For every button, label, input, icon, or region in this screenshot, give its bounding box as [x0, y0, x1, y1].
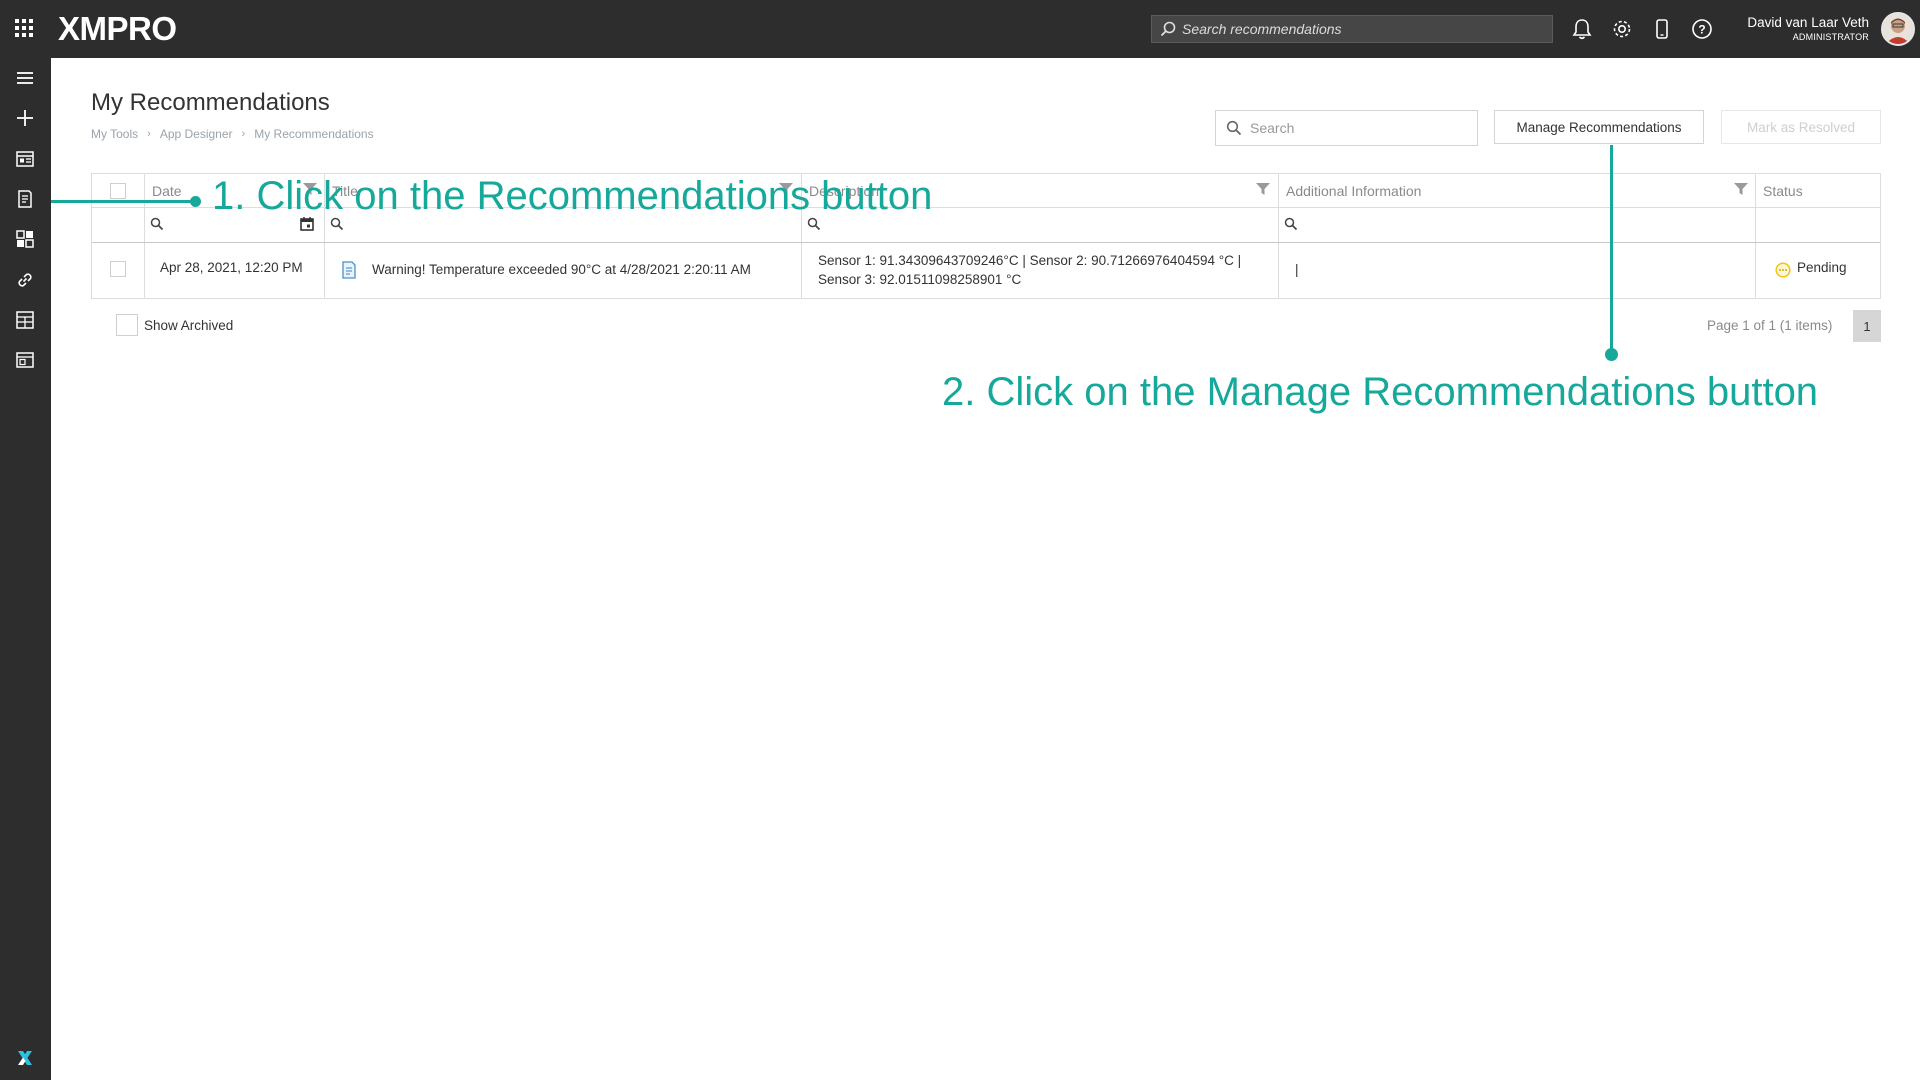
data-stream-icon[interactable]	[13, 308, 37, 332]
annotation-step-2: 2. Click on the Manage Recommendations b…	[942, 370, 1819, 414]
grid-search-box[interactable]	[1215, 110, 1478, 146]
document-icon	[341, 261, 357, 279]
filter-icon[interactable]	[1255, 181, 1271, 197]
xmpro-x-icon[interactable]	[13, 1046, 37, 1070]
svg-text:?: ?	[1698, 23, 1705, 37]
sidebar	[0, 58, 51, 1080]
manage-recommendations-button[interactable]: Manage Recommendations	[1494, 110, 1704, 144]
dashboard-icon[interactable]	[13, 227, 37, 251]
column-header-status[interactable]: Status	[1763, 183, 1803, 199]
top-search-input[interactable]	[1182, 21, 1542, 37]
mobile-icon[interactable]	[1650, 17, 1674, 41]
row-additional-info: |	[1295, 262, 1299, 277]
page-title: My Recommendations	[91, 89, 330, 116]
show-archived-toggle[interactable]: Show Archived	[116, 314, 233, 336]
user-name[interactable]: David van Laar Veth	[1747, 15, 1869, 30]
search-icon	[1226, 120, 1242, 136]
grid-search-input[interactable]	[1250, 120, 1470, 136]
row-title-link[interactable]: Warning! Temperature exceeded 90°C at 4/…	[372, 262, 751, 277]
help-icon[interactable]: ?	[1690, 17, 1714, 41]
calendar-view-icon[interactable]	[13, 348, 37, 372]
page-button-1[interactable]: 1	[1853, 310, 1881, 342]
chevron-right-icon: ›	[241, 128, 246, 140]
apps-grid-icon[interactable]	[14, 18, 34, 38]
breadcrumb-app-designer[interactable]: App Designer	[160, 127, 233, 141]
breadcrumb: My Tools › App Designer › My Recommendat…	[91, 127, 374, 141]
grid-divider	[1755, 174, 1756, 299]
bell-icon[interactable]	[1570, 17, 1594, 41]
pager-info: Page 1 of 1 (1 items)	[1707, 318, 1833, 333]
column-header-date[interactable]: Date	[152, 183, 182, 199]
grid-divider	[144, 174, 145, 299]
select-all-checkbox[interactable]	[110, 183, 126, 199]
search-icon	[1160, 21, 1176, 37]
link-icon[interactable]	[13, 268, 37, 292]
annotation-step-1: 1. Click on the Recommendations button	[212, 174, 933, 218]
annotation-pointer-dot	[190, 196, 201, 207]
recommendations-icon[interactable]	[13, 187, 37, 211]
user-role: ADMINISTRATOR	[1792, 32, 1869, 42]
row-date: Apr 28, 2021, 12:20 PM	[160, 260, 303, 275]
app-designer-icon[interactable]	[13, 147, 37, 171]
breadcrumb-my-tools[interactable]: My Tools	[91, 127, 138, 141]
add-icon[interactable]	[13, 106, 37, 130]
menu-icon[interactable]	[13, 66, 37, 90]
status-badge: Pending	[1797, 260, 1847, 275]
annotation-pointer-dot	[1605, 348, 1618, 361]
search-icon[interactable]	[150, 217, 164, 231]
grid-divider	[1278, 174, 1279, 299]
gear-icon[interactable]	[1610, 17, 1634, 41]
show-archived-label: Show Archived	[144, 317, 234, 333]
search-icon[interactable]	[807, 217, 821, 231]
pending-status-icon	[1775, 262, 1791, 278]
search-icon[interactable]	[1284, 217, 1298, 231]
show-archived-checkbox[interactable]	[116, 314, 138, 336]
annotation-pointer-line	[1610, 145, 1613, 353]
annotation-pointer-line	[51, 200, 196, 203]
mark-as-resolved-button[interactable]: Mark as Resolved	[1721, 110, 1881, 144]
avatar[interactable]	[1881, 12, 1915, 46]
breadcrumb-current: My Recommendations	[254, 127, 374, 141]
row-description-line1: Sensor 1: 91.34309643709246°C | Sensor 2…	[818, 253, 1242, 268]
row-description-line2: Sensor 3: 92.01511098258901 °C	[818, 272, 1022, 287]
column-header-additional-information[interactable]: Additional Information	[1286, 183, 1421, 199]
search-icon[interactable]	[330, 217, 344, 231]
chevron-right-icon: ›	[147, 128, 151, 140]
row-checkbox[interactable]	[110, 261, 126, 277]
top-bar: XMPRO ? David van Laar Veth ADMINISTRATO…	[0, 0, 1920, 58]
top-search-bar[interactable]	[1151, 15, 1553, 43]
filter-icon[interactable]	[1733, 181, 1749, 197]
xmpro-logo[interactable]: XMPRO	[58, 11, 177, 47]
